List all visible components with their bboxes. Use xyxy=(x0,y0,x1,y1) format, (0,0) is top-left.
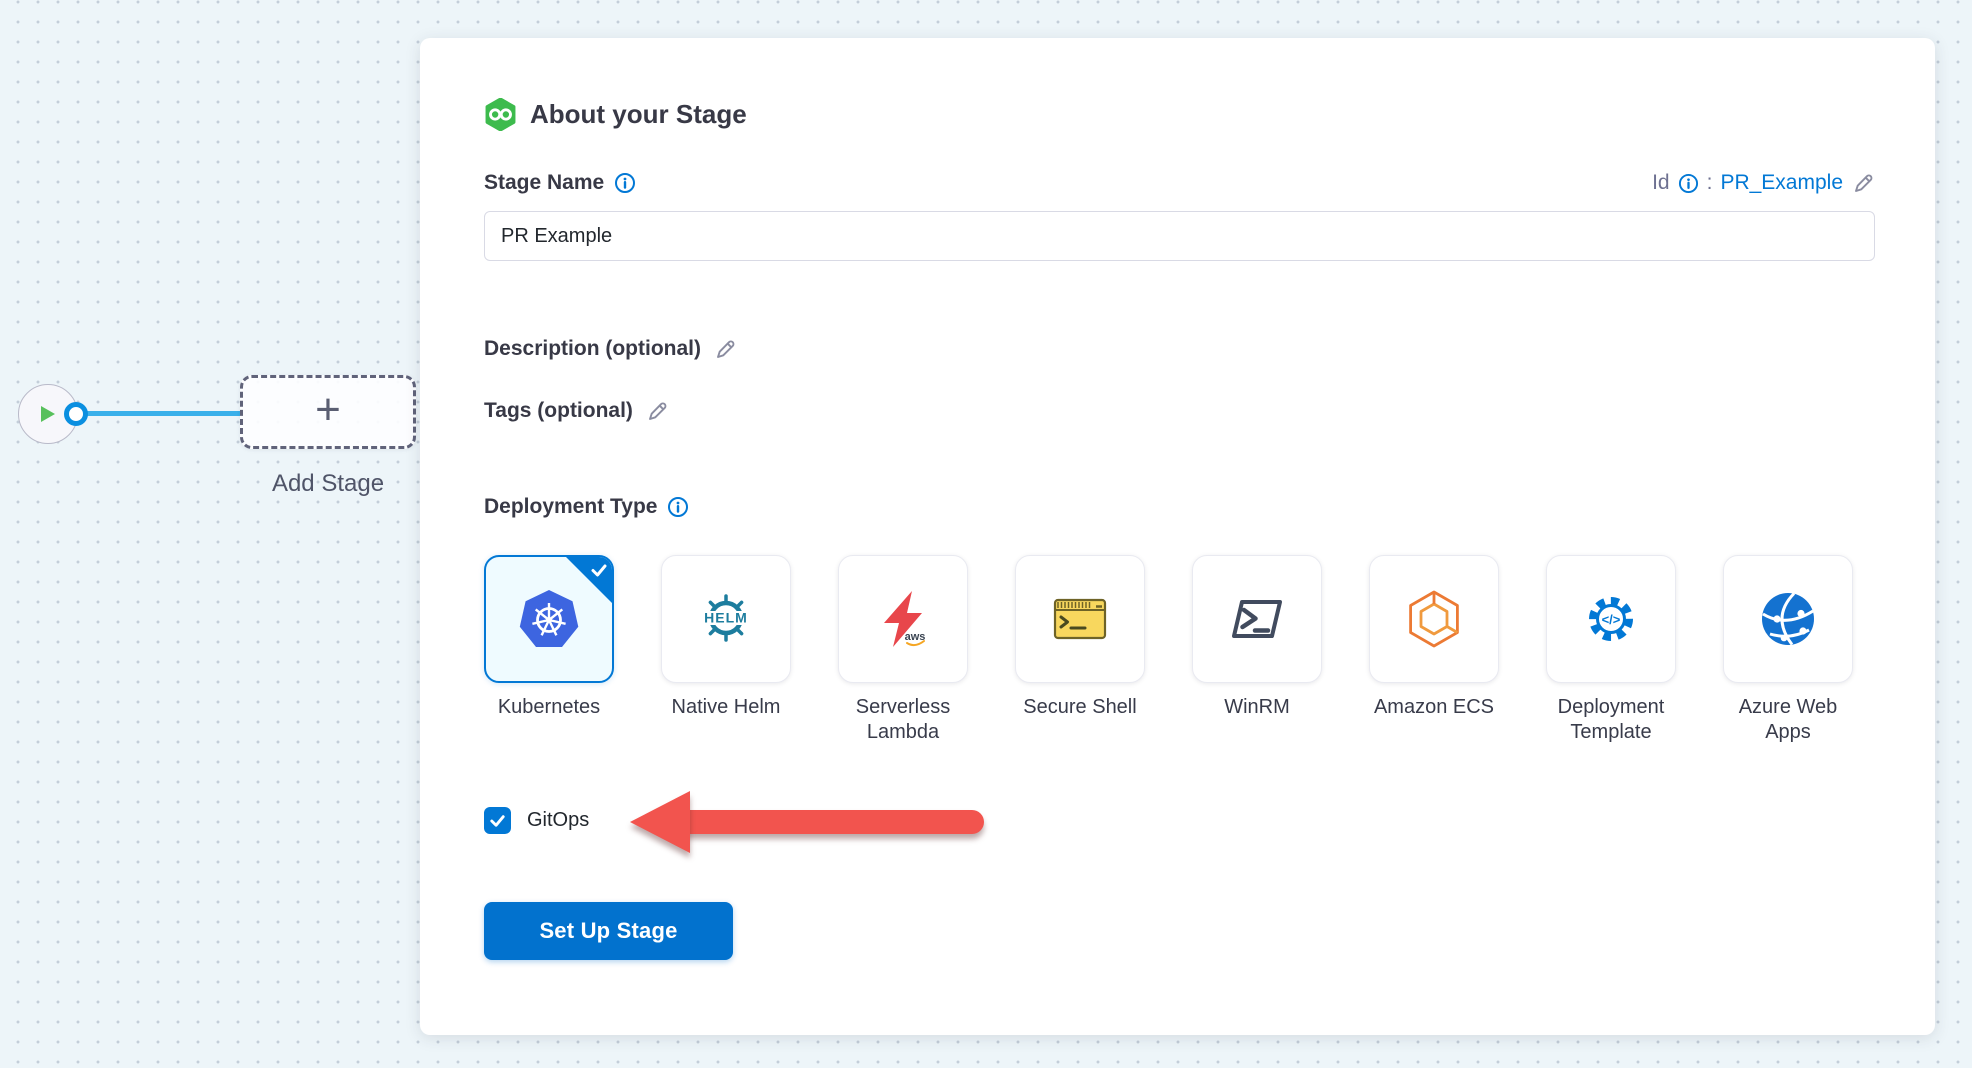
helm-icon: HELM xyxy=(694,588,758,650)
tile-label: Kubernetes xyxy=(498,695,600,720)
id-label: Id xyxy=(1652,171,1670,195)
gitops-option-row: GitOps xyxy=(484,807,1875,834)
play-icon xyxy=(40,405,56,423)
deployment-template-gear-icon: </> xyxy=(1579,587,1643,651)
deployment-type-winrm[interactable]: WinRM xyxy=(1192,555,1322,745)
stage-connector-line xyxy=(76,411,242,416)
stage-name-input[interactable] xyxy=(484,211,1875,261)
cd-pipeline-icon xyxy=(484,98,517,131)
tile-label: Secure Shell xyxy=(1023,695,1136,720)
tags-label: Tags (optional) xyxy=(484,399,633,423)
edit-pencil-icon[interactable] xyxy=(713,337,737,361)
page-title: About your Stage xyxy=(530,99,747,130)
add-stage-button[interactable]: + xyxy=(240,375,416,449)
secure-shell-terminal-icon xyxy=(1048,587,1112,651)
deployment-type-amazon-ecs[interactable]: Amazon ECS xyxy=(1369,555,1499,745)
tile-label: Native Helm xyxy=(672,695,781,720)
add-stage-label: Add Stage xyxy=(240,470,416,498)
info-icon[interactable] xyxy=(614,172,636,194)
info-icon[interactable] xyxy=(667,496,689,518)
id-separator: : xyxy=(1707,171,1713,195)
deployment-type-serverless-lambda[interactable]: aws Serverless Lambda xyxy=(838,555,968,745)
svg-text:</>: </> xyxy=(1602,612,1621,627)
stage-id-value[interactable]: PR_Example xyxy=(1720,171,1843,195)
edit-pencil-icon[interactable] xyxy=(1851,171,1875,195)
tile-label: Serverless Lambda xyxy=(838,695,968,745)
deployment-type-label: Deployment Type xyxy=(484,495,657,519)
info-icon[interactable] xyxy=(1678,173,1699,194)
tile-label: Amazon ECS xyxy=(1374,695,1494,720)
svg-text:HELM: HELM xyxy=(704,610,748,626)
gitops-label: GitOps xyxy=(527,809,589,832)
serverless-lambda-icon: aws xyxy=(871,587,935,651)
stage-id-group: Id : PR_Example xyxy=(1652,171,1875,195)
winrm-powershell-icon xyxy=(1225,587,1289,651)
about-your-stage-panel: About your Stage Stage Name Id xyxy=(420,38,1935,1035)
tile-label: Azure Web Apps xyxy=(1723,695,1853,745)
deployment-type-deployment-template[interactable]: </> Deployment Template xyxy=(1546,555,1676,745)
deployment-type-selector: Kubernetes HELM xyxy=(484,555,1875,745)
plus-icon: + xyxy=(315,388,341,432)
stage-name-label-row: Stage Name xyxy=(484,171,636,195)
deployment-type-kubernetes[interactable]: Kubernetes xyxy=(484,555,614,745)
tile-label: Deployment Template xyxy=(1546,695,1676,745)
stage-name-label: Stage Name xyxy=(484,171,604,195)
deployment-type-secure-shell[interactable]: Secure Shell xyxy=(1015,555,1145,745)
deployment-type-azure-web-apps[interactable]: Azure Web Apps xyxy=(1723,555,1853,745)
azure-web-apps-globe-icon xyxy=(1756,587,1820,651)
set-up-stage-button[interactable]: Set Up Stage xyxy=(484,902,733,960)
kubernetes-icon xyxy=(517,587,581,651)
connector-port[interactable] xyxy=(64,402,88,426)
edit-pencil-icon[interactable] xyxy=(645,399,669,423)
gitops-checkbox[interactable] xyxy=(484,807,511,834)
description-label: Description (optional) xyxy=(484,337,701,361)
tile-label: WinRM xyxy=(1224,695,1290,720)
panel-header: About your Stage xyxy=(484,98,1875,131)
deployment-type-native-helm[interactable]: HELM Native Helm xyxy=(661,555,791,745)
amazon-ecs-icon xyxy=(1402,587,1466,651)
red-arrow-annotation xyxy=(624,779,1024,865)
